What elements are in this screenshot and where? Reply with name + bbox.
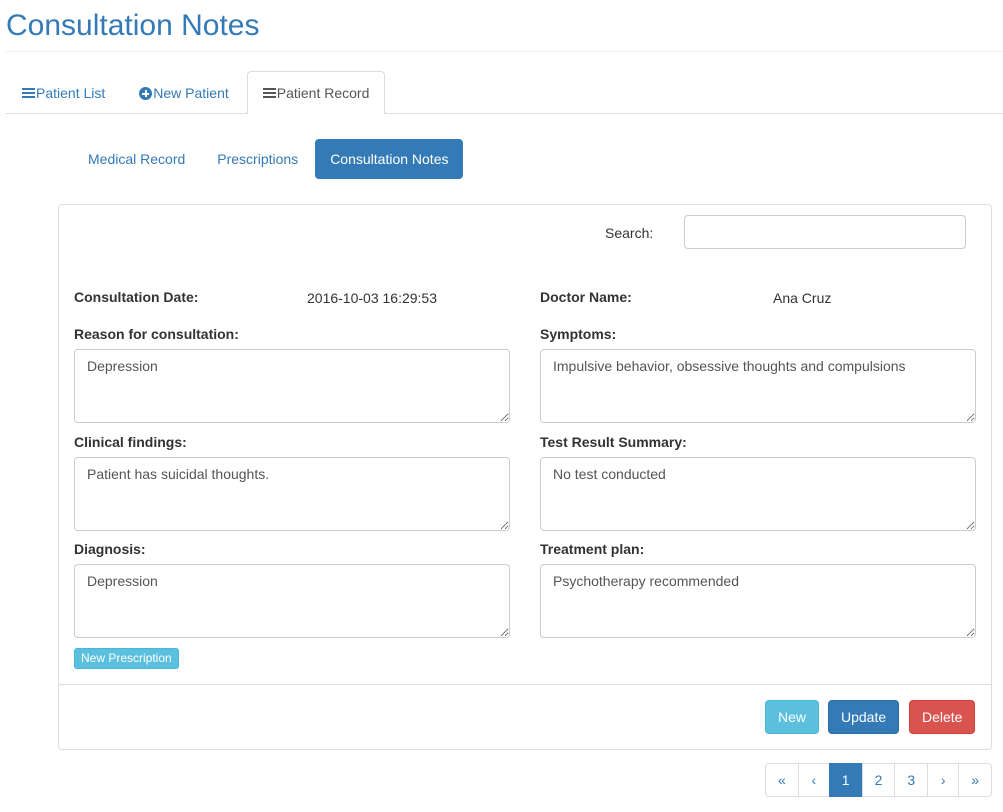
- plus-circle-icon: [139, 87, 153, 100]
- new-button[interactable]: New: [765, 700, 820, 734]
- tab-consultation-notes[interactable]: Consultation Notes: [315, 139, 464, 179]
- page-3-button[interactable]: 3: [894, 763, 929, 797]
- page-prev-button[interactable]: ‹: [797, 763, 830, 797]
- consultation-date-label: Consultation Date:: [74, 289, 199, 305]
- page-2-button[interactable]: 2: [861, 763, 896, 797]
- main-tabs: Patient List New Patient Patient Record: [6, 71, 1003, 114]
- symptoms-label: Symptoms:: [540, 326, 617, 342]
- diagnosis-textarea[interactable]: Depression: [74, 564, 510, 638]
- update-button[interactable]: Update: [828, 700, 900, 734]
- doctor-name-label: Doctor Name:: [540, 289, 632, 305]
- diagnosis-label: Diagnosis:: [74, 541, 146, 557]
- delete-button[interactable]: Delete: [909, 700, 976, 734]
- tab-patient-record[interactable]: Patient Record: [246, 71, 386, 114]
- symptoms-textarea[interactable]: Impulsive behavior, obsessive thoughts a…: [540, 349, 976, 423]
- search-label: Search:: [605, 225, 654, 241]
- pagination: « ‹ 1 2 3 › »: [765, 763, 992, 797]
- page-last-button[interactable]: »: [958, 763, 992, 797]
- test-result-label: Test Result Summary:: [540, 434, 687, 450]
- reason-textarea[interactable]: Depression: [74, 349, 510, 423]
- title-divider: [6, 51, 1003, 52]
- page-1-button[interactable]: 1: [828, 763, 863, 797]
- tab-prescriptions[interactable]: Prescriptions: [202, 139, 313, 179]
- doctor-name-value: Ana Cruz: [773, 290, 832, 306]
- list-icon: [262, 88, 276, 98]
- treatment-plan-textarea[interactable]: Psychotherapy recommended: [540, 564, 976, 638]
- tab-patient-list-label: Patient List: [36, 84, 106, 101]
- consultation-panel: Search: Consultation Date: 2016-10-03 16…: [58, 204, 992, 750]
- search-input[interactable]: [684, 215, 966, 249]
- tab-patient-list[interactable]: Patient List: [6, 71, 121, 113]
- record-sub-tabs: Medical Record Prescriptions Consultatio…: [73, 139, 465, 179]
- page-title: Consultation Notes: [6, 9, 260, 42]
- tab-medical-record[interactable]: Medical Record: [73, 139, 200, 179]
- consultation-date-value: 2016-10-03 16:29:53: [307, 290, 437, 306]
- page-first-button[interactable]: «: [765, 763, 799, 797]
- reason-label: Reason for consultation:: [74, 326, 239, 342]
- clinical-findings-label: Clinical findings:: [74, 434, 187, 450]
- test-result-textarea[interactable]: No test conducted: [540, 457, 976, 531]
- tab-patient-record-label: Patient Record: [276, 85, 370, 101]
- panel-footer: New Update Delete: [59, 684, 991, 749]
- tab-new-patient[interactable]: New Patient: [123, 71, 244, 113]
- treatment-plan-label: Treatment plan:: [540, 541, 645, 557]
- new-prescription-button[interactable]: New Prescription: [74, 648, 179, 669]
- list-icon: [22, 87, 35, 98]
- page-next-button[interactable]: ›: [927, 763, 960, 797]
- tab-new-patient-label: New Patient: [153, 84, 229, 101]
- clinical-findings-textarea[interactable]: Patient has suicidal thoughts.: [74, 457, 510, 531]
